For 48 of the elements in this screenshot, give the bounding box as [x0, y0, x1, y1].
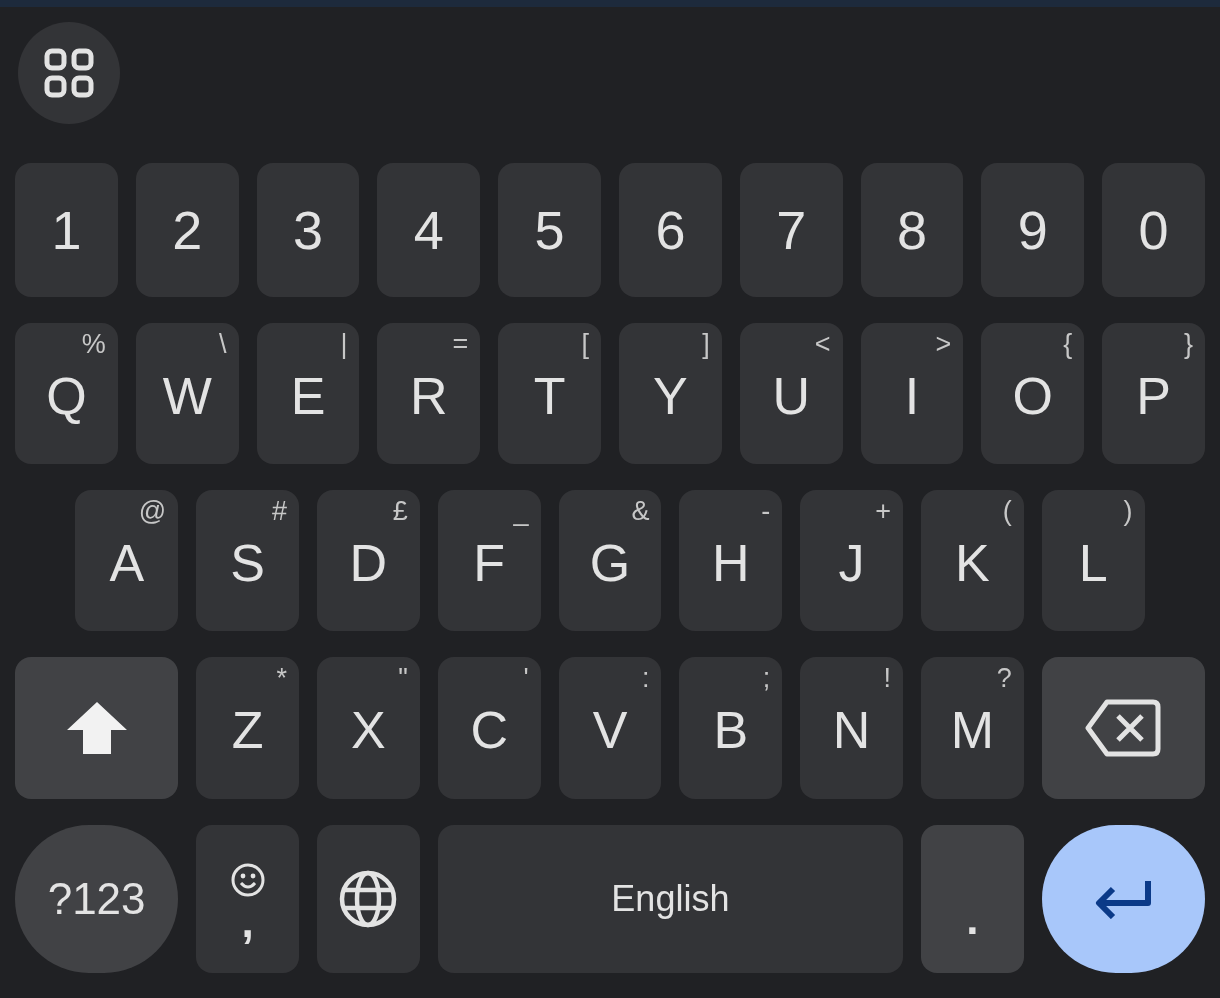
keyboard-key[interactable]: I >: [860, 323, 964, 464]
keyboard-key[interactable]: B ;: [679, 657, 783, 799]
keyboard-key[interactable]: X ": [317, 657, 420, 799]
enter-icon: [1093, 879, 1154, 919]
keyboard-key[interactable]: N !: [800, 657, 903, 799]
backspace-key[interactable]: [1041, 657, 1205, 799]
keyboard-key[interactable]: U <: [739, 323, 843, 464]
smiley-icon: [230, 862, 265, 897]
keyboard-key[interactable]: 9: [981, 163, 1085, 297]
keyboard-key[interactable]: 7: [739, 163, 843, 297]
keyboard-key[interactable]: O {: [981, 323, 1085, 464]
keyboard-key[interactable]: M ?: [921, 657, 1024, 799]
keyboard-key[interactable]: 1: [15, 163, 118, 297]
keyboard-key[interactable]: S #: [196, 490, 299, 631]
keyboard-key[interactable]: Y ]: [619, 323, 722, 464]
keyboard-key[interactable]: T [: [498, 323, 601, 464]
keyboard-key[interactable]: H -: [679, 490, 783, 631]
shift-key[interactable]: [15, 657, 179, 799]
keyboard-key[interactable]: L ): [1041, 490, 1145, 631]
period-key[interactable]: .: [921, 825, 1024, 973]
keyboard-key[interactable]: 0: [1102, 163, 1205, 297]
keyboard-key[interactable]: 2: [135, 163, 239, 297]
space-bar[interactable]: English: [437, 825, 903, 973]
grid-icon: [44, 48, 94, 98]
keyboard-key[interactable]: G &: [558, 490, 662, 631]
keyboard-key[interactable]: C ': [437, 657, 541, 799]
keyboard-key[interactable]: 5: [498, 163, 601, 297]
backspace-icon: [1085, 699, 1162, 757]
keyboard-key[interactable]: W \: [135, 323, 239, 464]
keyboard-key[interactable]: 3: [256, 163, 360, 297]
language-key[interactable]: [317, 825, 420, 973]
keyboard-key[interactable]: K (: [921, 490, 1024, 631]
keyboard-key[interactable]: D £: [317, 490, 420, 631]
keyboard-key[interactable]: Z *: [196, 657, 299, 799]
keyboard-key[interactable]: V :: [558, 657, 662, 799]
keyboard-key[interactable]: Q %: [15, 323, 118, 464]
globe-icon: [338, 869, 399, 929]
symbols-key[interactable]: ?123: [15, 825, 179, 973]
keyboard-key[interactable]: 4: [377, 163, 481, 297]
keyboard-key[interactable]: J +: [800, 490, 903, 631]
keyboard-key[interactable]: R =: [377, 323, 481, 464]
keyboard-key[interactable]: P }: [1102, 323, 1205, 464]
keyboard-key[interactable]: E |: [256, 323, 360, 464]
keyboard-key[interactable]: 6: [619, 163, 722, 297]
emoji-comma-key[interactable]: ,: [196, 825, 299, 973]
keyboard-key[interactable]: 8: [860, 163, 964, 297]
keyboard-key[interactable]: A @: [75, 490, 179, 631]
keyboard-key[interactable]: F _: [437, 490, 541, 631]
